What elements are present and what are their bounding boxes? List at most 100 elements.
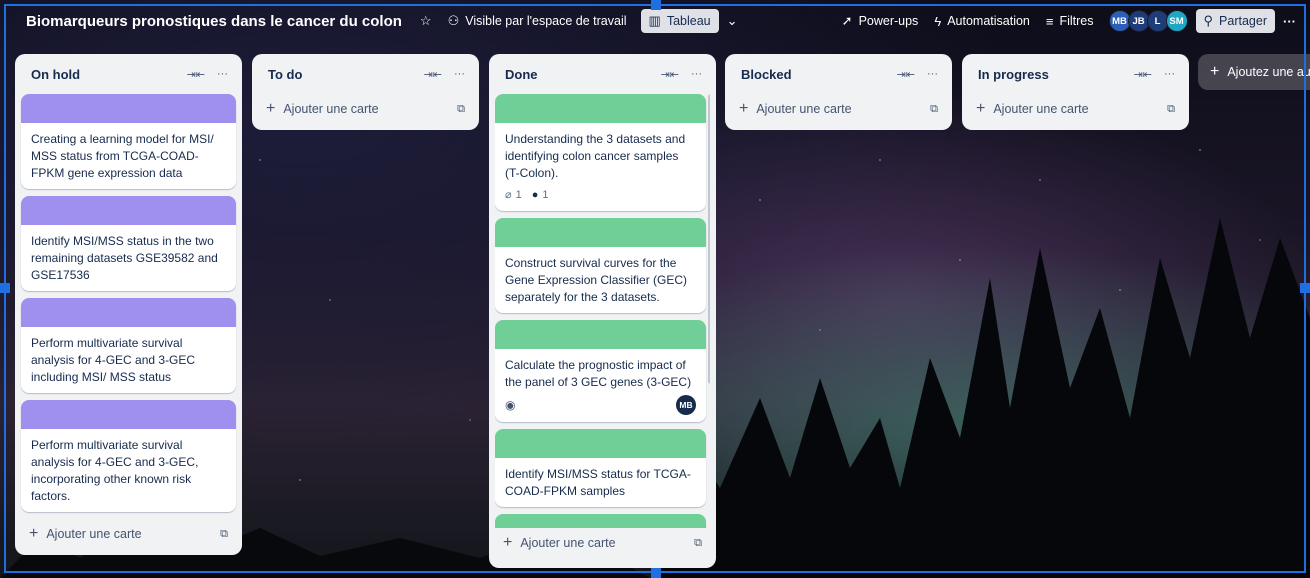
visibility-button[interactable]: ⚇ Visible par l'espace de travail xyxy=(440,9,635,33)
more-icon[interactable]: ··· xyxy=(1164,68,1175,81)
plus-icon: + xyxy=(976,100,986,117)
card-scroll-area[interactable]: Understanding the 3 datasets and identif… xyxy=(495,94,710,528)
add-card-button[interactable]: + Ajouter une carte ⧉ xyxy=(495,528,710,558)
card[interactable]: Identify MSI/MSS status for TCGA-COAD-FP… xyxy=(495,429,706,507)
filters-label: Filtres xyxy=(1059,14,1094,28)
more-icon[interactable]: ··· xyxy=(454,68,465,81)
collapse-icon[interactable]: ⇥⇤ xyxy=(661,68,679,81)
board-header: Biomarqueurs pronostiques dans le cancer… xyxy=(6,6,1304,36)
more-icon[interactable]: ··· xyxy=(927,68,938,81)
card-cover xyxy=(495,320,706,349)
template-icon[interactable]: ⧉ xyxy=(220,528,228,541)
scrollbar[interactable] xyxy=(708,94,710,384)
attachments-badge: ⌀ 1 xyxy=(505,187,522,204)
list-header: In progress ⇥⇤ ··· xyxy=(968,54,1183,94)
view-switcher-button[interactable]: ▥ Tableau xyxy=(640,9,719,33)
template-icon[interactable]: ⧉ xyxy=(1167,103,1175,116)
github-badge: ● 1 xyxy=(532,187,549,204)
more-icon: ··· xyxy=(1283,13,1296,29)
view-dropdown-button[interactable]: ⌄ xyxy=(719,9,746,33)
add-card-label: Ajouter une carte xyxy=(756,102,852,116)
list-header: On hold ⇥⇤ ··· xyxy=(21,54,236,94)
card-cover xyxy=(21,400,236,429)
list-in-progress: In progress ⇥⇤ ··· + Ajouter une carte ⧉ xyxy=(962,54,1189,130)
automation-button[interactable]: ϟ Automatisation xyxy=(926,10,1038,33)
list-title[interactable]: On hold xyxy=(31,67,80,82)
list-header: Blocked ⇥⇤ ··· xyxy=(731,54,946,94)
template-icon[interactable]: ⧉ xyxy=(930,103,938,116)
list-to-do: To do ⇥⇤ ··· + Ajouter une carte ⧉ xyxy=(252,54,479,130)
visibility-label: Visible par l'espace de travail xyxy=(465,14,627,28)
board-title[interactable]: Biomarqueurs pronostiques dans le cancer… xyxy=(26,13,402,30)
card[interactable]: Creating a learning model for MSI/ MSS s… xyxy=(21,94,236,189)
chevron-down-icon: ⌄ xyxy=(726,13,738,28)
add-card-label: Ajouter une carte xyxy=(520,536,616,550)
resize-handle[interactable] xyxy=(651,568,661,578)
card-cover xyxy=(495,218,706,247)
more-icon[interactable]: ··· xyxy=(217,68,228,81)
list-title[interactable]: To do xyxy=(268,67,302,82)
card[interactable]: Understanding the 3 datasets and identif… xyxy=(495,94,706,211)
card-title: Perform multivariate survival analysis f… xyxy=(31,336,196,384)
avatar[interactable]: SM xyxy=(1165,10,1188,32)
card[interactable]: Calculate the prognostic impact of the p… xyxy=(495,320,706,422)
add-card-button[interactable]: + Ajouter une carte ⧉ xyxy=(731,94,946,124)
attachments-count: 1 xyxy=(515,189,522,201)
paperclip-icon: ⌀ xyxy=(505,189,512,201)
collapse-icon[interactable]: ⇥⇤ xyxy=(897,68,915,81)
card-title: Calculate the prognostic impact of the p… xyxy=(505,358,692,389)
card[interactable]: Identify MSI/MSS status in the two remai… xyxy=(21,196,236,291)
share-label: Partager xyxy=(1219,14,1267,28)
template-icon[interactable]: ⧉ xyxy=(457,103,465,116)
add-card-button[interactable]: + Ajouter une carte ⧉ xyxy=(258,94,473,124)
plus-icon: + xyxy=(503,534,513,551)
member-avatars: MB JB L SM xyxy=(1108,10,1188,32)
list-title[interactable]: In progress xyxy=(978,67,1049,82)
card-title: Understanding the 3 datasets and identif… xyxy=(505,132,686,180)
collapse-icon[interactable]: ⇥⇤ xyxy=(424,68,442,81)
collapse-icon[interactable]: ⇥⇤ xyxy=(187,68,205,81)
card-title: Identify MSI/MSS status in the two remai… xyxy=(31,234,218,282)
filters-button[interactable]: ≡ Filtres xyxy=(1038,10,1102,33)
powerups-label: Power-ups xyxy=(858,14,919,28)
card-member-avatar[interactable]: MB xyxy=(676,395,696,415)
card[interactable] xyxy=(495,514,706,528)
star-button[interactable]: ☆ xyxy=(412,9,440,33)
list-blocked: Blocked ⇥⇤ ··· + Ajouter une carte ⧉ xyxy=(725,54,952,130)
card[interactable]: Construct survival curves for the Gene E… xyxy=(495,218,706,313)
card[interactable]: Perform multivariate survival analysis f… xyxy=(21,298,236,393)
add-card-label: Ajouter une carte xyxy=(283,102,379,116)
card[interactable]: Perform multivariate survival analysis f… xyxy=(21,400,236,512)
board-view-icon: ▥ xyxy=(648,13,661,28)
plus-icon: + xyxy=(1210,63,1220,80)
card-cover xyxy=(21,94,236,123)
card-cover xyxy=(495,94,706,123)
card-title: Identify MSI/MSS status for TCGA-COAD-FP… xyxy=(505,467,691,498)
more-icon[interactable]: ··· xyxy=(691,68,702,81)
add-card-button[interactable]: + Ajouter une carte ⧉ xyxy=(21,519,236,549)
plus-icon: + xyxy=(266,100,276,117)
card-title: Creating a learning model for MSI/ MSS s… xyxy=(31,132,214,180)
add-card-button[interactable]: + Ajouter une carte ⧉ xyxy=(968,94,1183,124)
resize-handle[interactable] xyxy=(0,283,10,293)
card-title: Perform multivariate survival analysis f… xyxy=(31,438,199,503)
powerups-button[interactable]: ➚ Power-ups xyxy=(834,9,927,33)
board-menu-button[interactable]: ··· xyxy=(1275,10,1304,33)
add-list-button[interactable]: + Ajoutez une au xyxy=(1198,54,1310,90)
list-header: To do ⇥⇤ ··· xyxy=(258,54,473,94)
team-icon: ⚇ xyxy=(447,13,460,28)
collapse-icon[interactable]: ⇥⇤ xyxy=(1134,68,1152,81)
resize-handle[interactable] xyxy=(1300,283,1310,293)
add-card-label: Ajouter une carte xyxy=(46,527,142,541)
share-button[interactable]: ⚲ Partager xyxy=(1195,9,1275,33)
add-person-icon: ⚲ xyxy=(1203,13,1214,28)
rocket-icon: ➚ xyxy=(841,13,853,28)
github-icon: ● xyxy=(531,189,539,201)
list-title[interactable]: Done xyxy=(505,67,538,82)
lightning-icon: ϟ xyxy=(934,13,942,29)
watch-icon: ◉ xyxy=(505,397,516,412)
card-cover xyxy=(21,196,236,225)
template-icon[interactable]: ⧉ xyxy=(694,537,702,550)
filter-icon: ≡ xyxy=(1045,13,1054,29)
list-title[interactable]: Blocked xyxy=(741,67,792,82)
